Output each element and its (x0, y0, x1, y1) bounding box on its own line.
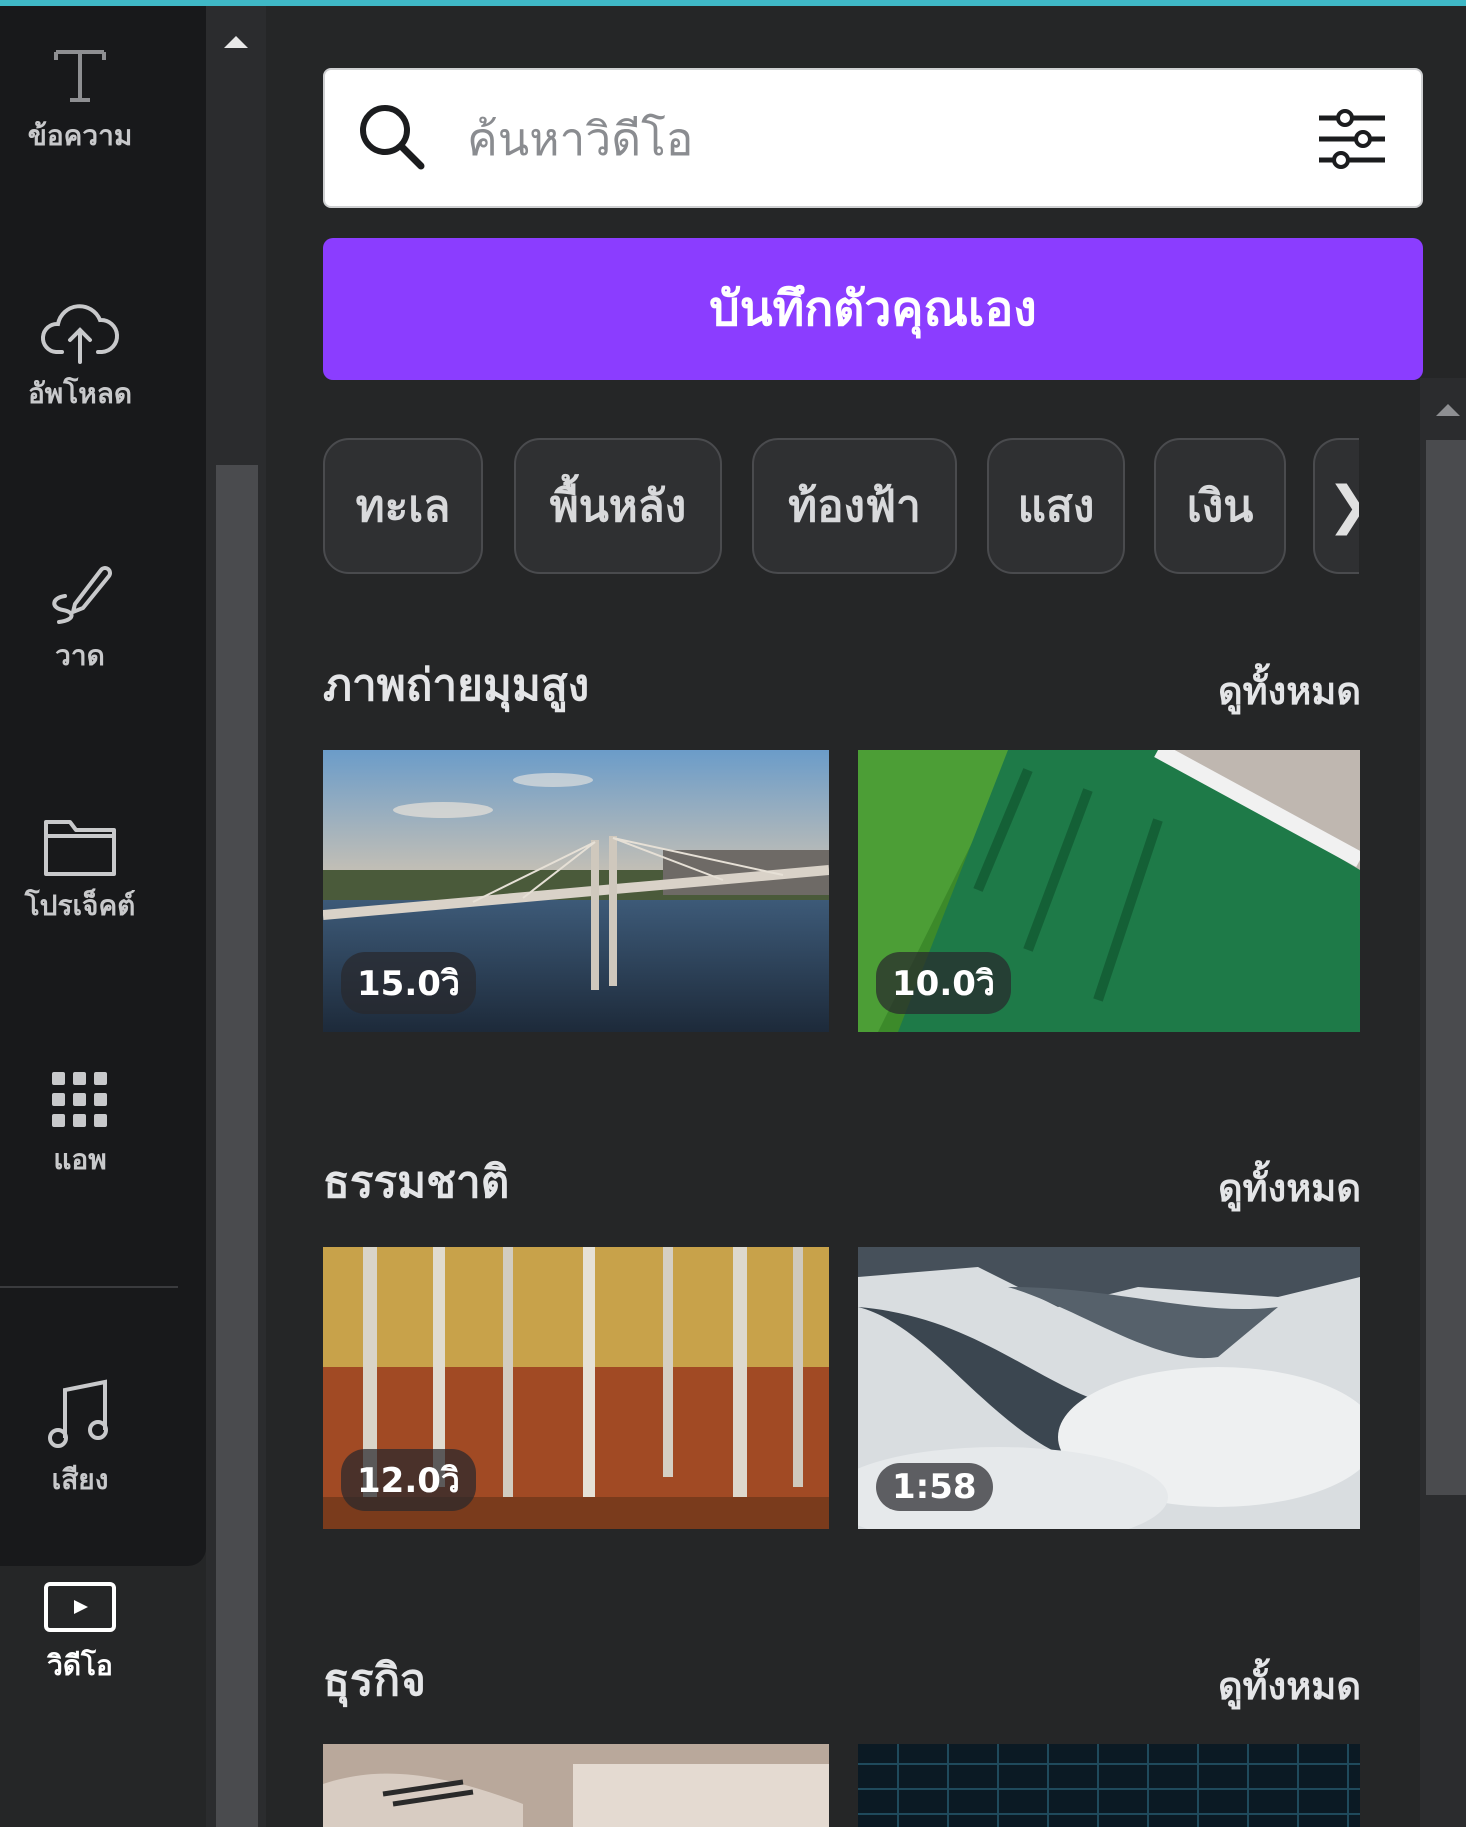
nav-item-projects[interactable]: โปรเจ็คต์ (0, 814, 160, 928)
nav-item-draw[interactable]: วาด (0, 558, 160, 678)
see-all-link[interactable]: ดูทั้งหมด (1218, 1157, 1361, 1218)
left-navigation: ข้อความ อัพโหลด วาด โปรเจ็คต์ แอพ เสียง (0, 6, 206, 1566)
section-title-aerial: ภาพถ่ายมุมสูง (323, 660, 590, 711)
record-yourself-button[interactable]: บันทึกตัวคุณเอง (323, 238, 1423, 380)
see-all-link[interactable]: ดูทั้งหมด (1218, 1655, 1361, 1716)
chip-sea[interactable]: ทะเล (323, 438, 483, 574)
chip-sky[interactable]: ท้องฟ้า (752, 438, 957, 574)
section-title-nature: ธรรมชาติ (323, 1157, 510, 1208)
duration-badge: 1:58 (876, 1463, 993, 1511)
draw-pen-icon (52, 566, 112, 624)
video-thumbnail[interactable]: 10.0วิ (858, 750, 1360, 1032)
panel-scrollbar-thumb[interactable] (1426, 440, 1466, 1495)
search-icon (360, 105, 425, 170)
text-icon (54, 50, 106, 102)
duration-badge: 10.0วิ (876, 952, 1011, 1014)
video-thumbnail[interactable] (323, 1744, 829, 1827)
nav-item-label: วาด (55, 639, 105, 672)
duration-badge: 12.0วิ (341, 1449, 476, 1511)
nav-divider (0, 1286, 178, 1288)
video-icon (44, 1582, 116, 1632)
nav-item-label: วิดีโอ (47, 1649, 113, 1682)
chip-money[interactable]: เงิน (1154, 438, 1286, 574)
apps-grid-icon (52, 1072, 107, 1127)
chevron-right-icon[interactable]: ❯ (1313, 438, 1359, 574)
nav-item-label: อัพโหลด (27, 377, 133, 410)
filter-sliders-icon[interactable] (1317, 108, 1387, 170)
nav-item-label: เสียง (51, 1463, 109, 1496)
see-all-link[interactable]: ดูทั้งหมด (1218, 660, 1361, 721)
chip-light[interactable]: แสง (987, 438, 1125, 574)
search-input[interactable] (465, 90, 1269, 188)
video-thumbnail[interactable]: 1:58 (858, 1247, 1360, 1529)
grid-thumbnail-image (858, 1744, 1360, 1827)
desk-thumbnail-image (323, 1744, 829, 1827)
nav-item-text[interactable]: ข้อความ (0, 44, 160, 158)
video-thumbnail[interactable]: 15.0วิ (323, 750, 829, 1032)
search-bar[interactable] (323, 68, 1423, 208)
chip-background[interactable]: พื้นหลัง (514, 438, 722, 574)
nav-item-label: โปรเจ็คต์ (24, 889, 136, 922)
nav-item-audio[interactable]: เสียง (0, 1376, 160, 1502)
video-thumbnail[interactable]: 12.0วิ (323, 1247, 829, 1529)
folder-icon (44, 820, 116, 876)
nav-item-label: แอพ (53, 1143, 107, 1176)
nav-item-upload[interactable]: อัพโหลด (0, 296, 160, 416)
duration-badge: 15.0วิ (341, 952, 476, 1014)
scroll-up-arrow-icon[interactable] (224, 36, 248, 48)
nav-item-apps[interactable]: แอพ (0, 1068, 160, 1182)
video-thumbnail[interactable] (858, 1744, 1360, 1827)
music-note-icon (48, 1379, 108, 1448)
section-title-business: ธุรกิจ (323, 1655, 426, 1706)
nav-item-video[interactable]: วิดีโอ (0, 1580, 160, 1688)
category-chips: ทะเล พื้นหลัง ท้องฟ้า แสง เงิน ❯ (323, 438, 1359, 578)
nav-item-label: ข้อความ (27, 119, 133, 152)
sidebar-scrollbar-thumb[interactable] (216, 465, 258, 1827)
cloud-upload-icon (40, 304, 119, 364)
scroll-up-arrow-icon[interactable] (1436, 404, 1460, 416)
